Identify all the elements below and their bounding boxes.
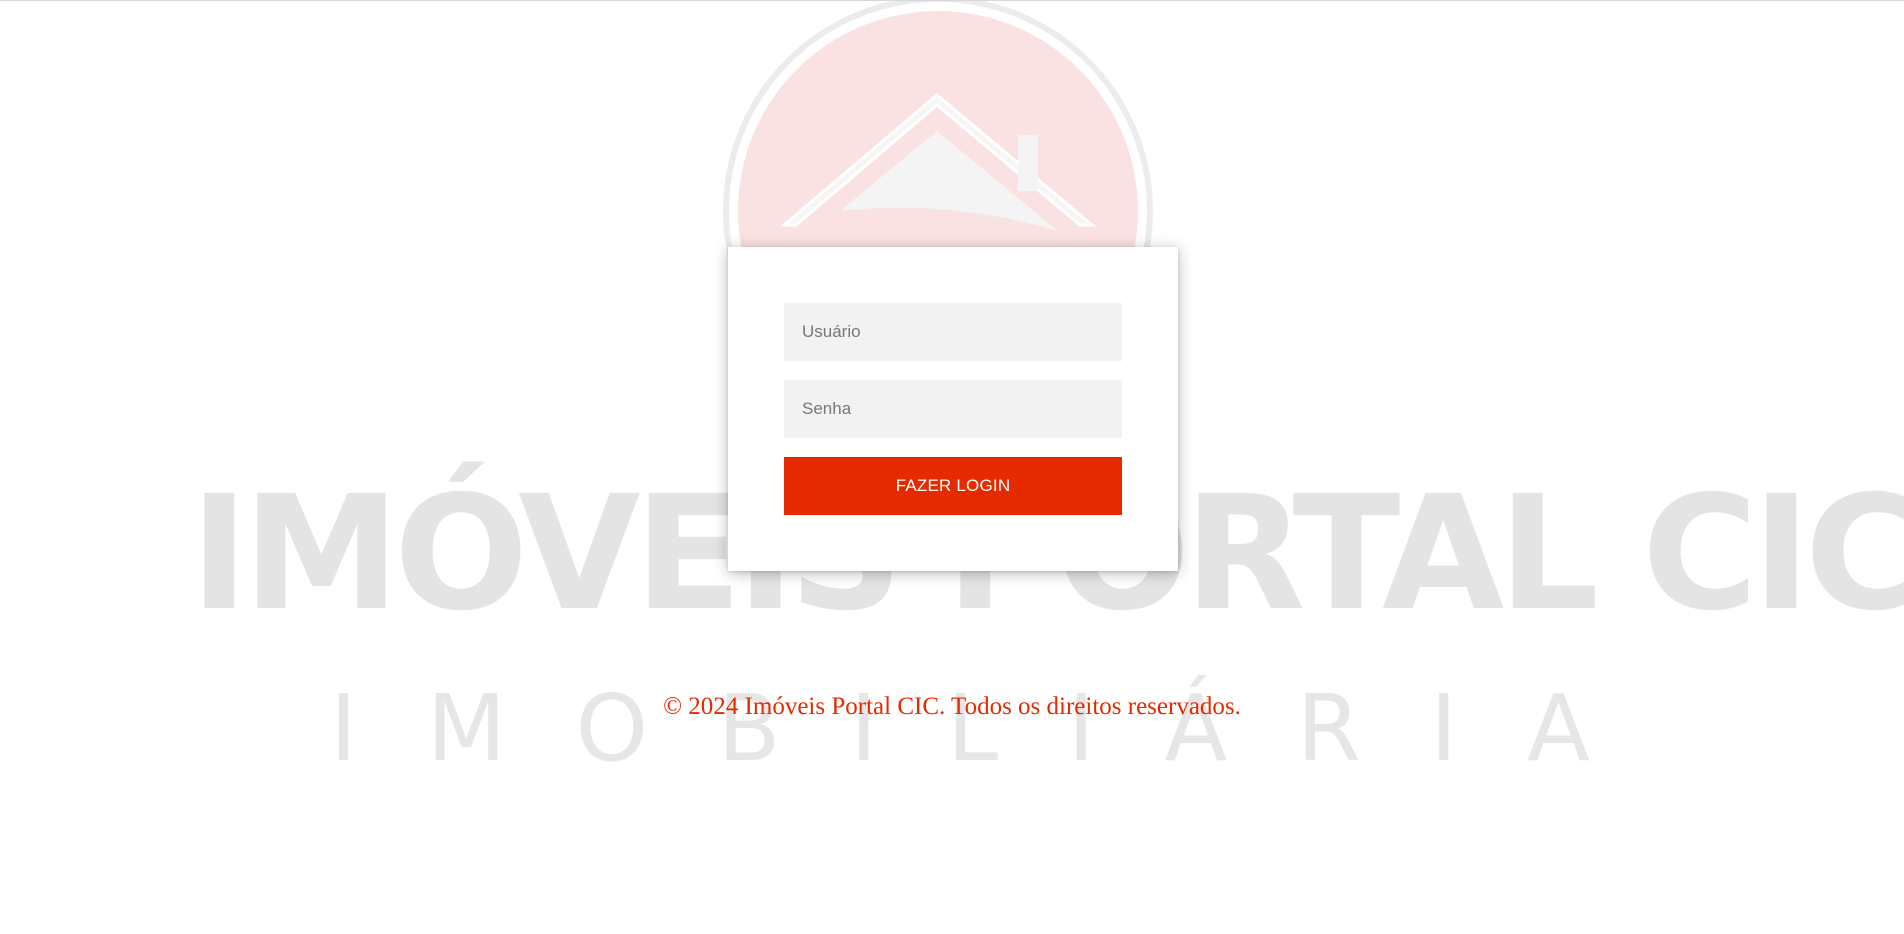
login-form: FAZER LOGIN (728, 247, 1178, 571)
username-input[interactable] (784, 303, 1122, 361)
footer-copyright: © 2024 Imóveis Portal CIC. Todos os dire… (663, 693, 1241, 720)
login-button[interactable]: FAZER LOGIN (784, 457, 1122, 515)
password-input[interactable] (784, 380, 1122, 438)
login-page: IMÓVEIS PORTAL CIC I M O B I L I Á R I A… (0, 0, 1904, 934)
